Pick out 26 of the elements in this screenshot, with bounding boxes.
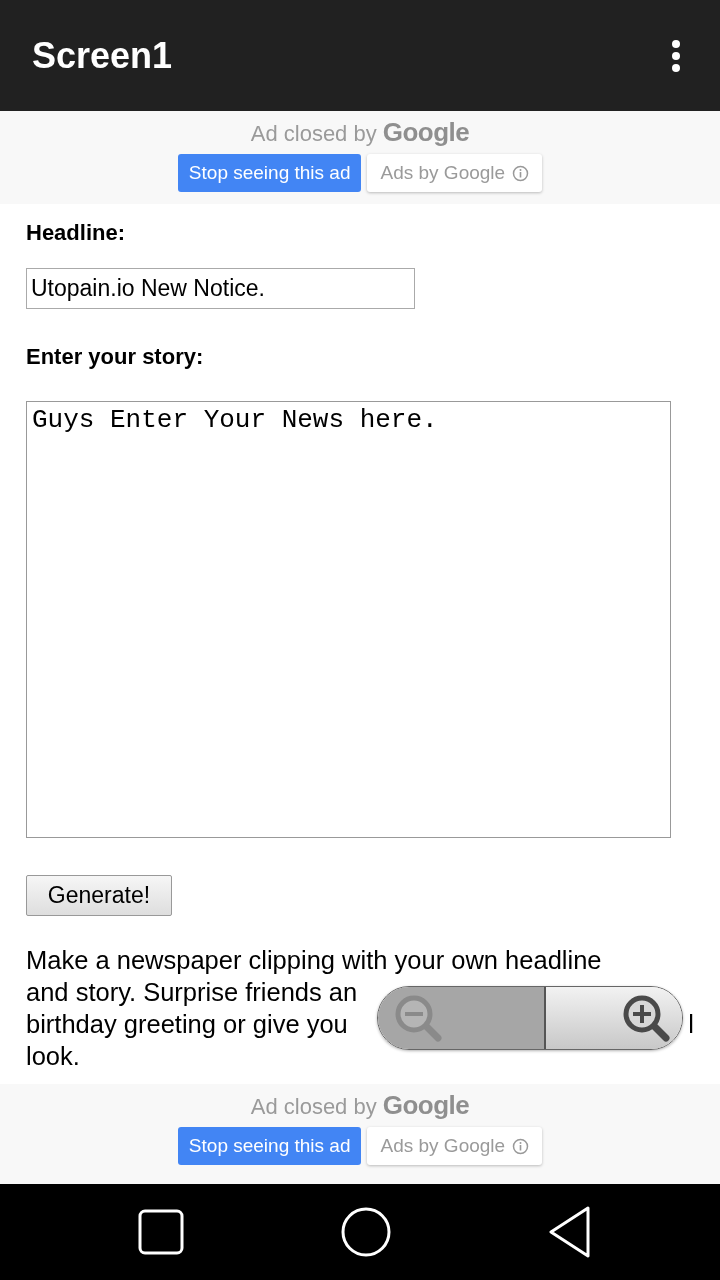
ads-by-google-button[interactable]: Ads by Google <box>367 1127 543 1165</box>
description-text: l <box>688 1009 694 1040</box>
recents-icon[interactable] <box>138 1209 185 1255</box>
stop-seeing-ad-button[interactable]: Stop seeing this ad <box>177 154 362 192</box>
app-title: Screen1 <box>32 34 173 77</box>
home-icon[interactable] <box>341 1207 391 1257</box>
ad-closed-text: Ad closed by <box>250 1094 377 1120</box>
back-icon[interactable] <box>547 1206 592 1258</box>
ad-closed-text: Ad closed by <box>250 121 377 147</box>
zoom-in-button[interactable] <box>546 987 682 1049</box>
headline-field[interactable]: Utopain.io New Notice. <box>26 268 415 309</box>
generate-button[interactable]: Generate! <box>26 875 172 916</box>
story-field[interactable]: Guys Enter Your News here. <box>26 401 671 838</box>
headline-label: Headline: <box>26 220 126 246</box>
more-options-icon[interactable] <box>671 38 681 73</box>
info-icon <box>512 164 530 182</box>
description-text: birthday greeting or give you <box>26 1009 348 1040</box>
story-label: Enter your story: <box>26 344 204 370</box>
description-text: Make a newspaper clipping with your own headline <box>26 945 602 976</box>
info-icon <box>512 1137 530 1155</box>
description-text: and story. Surprise friends an <box>26 977 358 1008</box>
google-wordmark: Google <box>382 1090 470 1121</box>
google-wordmark: Google <box>382 117 470 148</box>
description-text: look. <box>26 1041 80 1072</box>
stop-seeing-ad-button[interactable]: Stop seeing this ad <box>177 1127 362 1165</box>
ads-by-google-button[interactable]: Ads by Google <box>367 154 543 192</box>
